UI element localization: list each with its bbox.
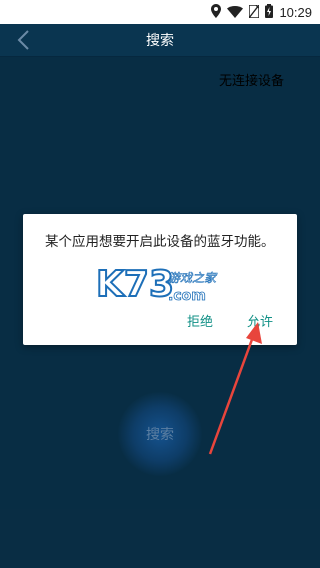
annotation-arrow (208, 322, 262, 455)
wifi-icon (227, 3, 244, 22)
app-bar: 搜索 (0, 24, 320, 56)
location-icon (211, 3, 222, 22)
no-sim-icon (248, 3, 261, 22)
dialog-message: 某个应用想要开启此设备的蓝牙功能。 (45, 234, 275, 250)
status-time: 10:29 (279, 4, 312, 20)
svg-text:K73: K73 (96, 264, 174, 305)
page-title: 搜索 (146, 33, 174, 49)
search-button[interactable]: 搜索 (132, 406, 188, 462)
battery-charging-icon (265, 3, 274, 22)
status-icons: 10:29 (211, 3, 312, 21)
status-bar: 10:29 (0, 0, 320, 24)
k73-watermark-logo: K73 游戏之家 .com (96, 263, 218, 306)
svg-text:游戏之家: 游戏之家 (168, 271, 218, 285)
svg-text:.com: .com (168, 288, 206, 304)
